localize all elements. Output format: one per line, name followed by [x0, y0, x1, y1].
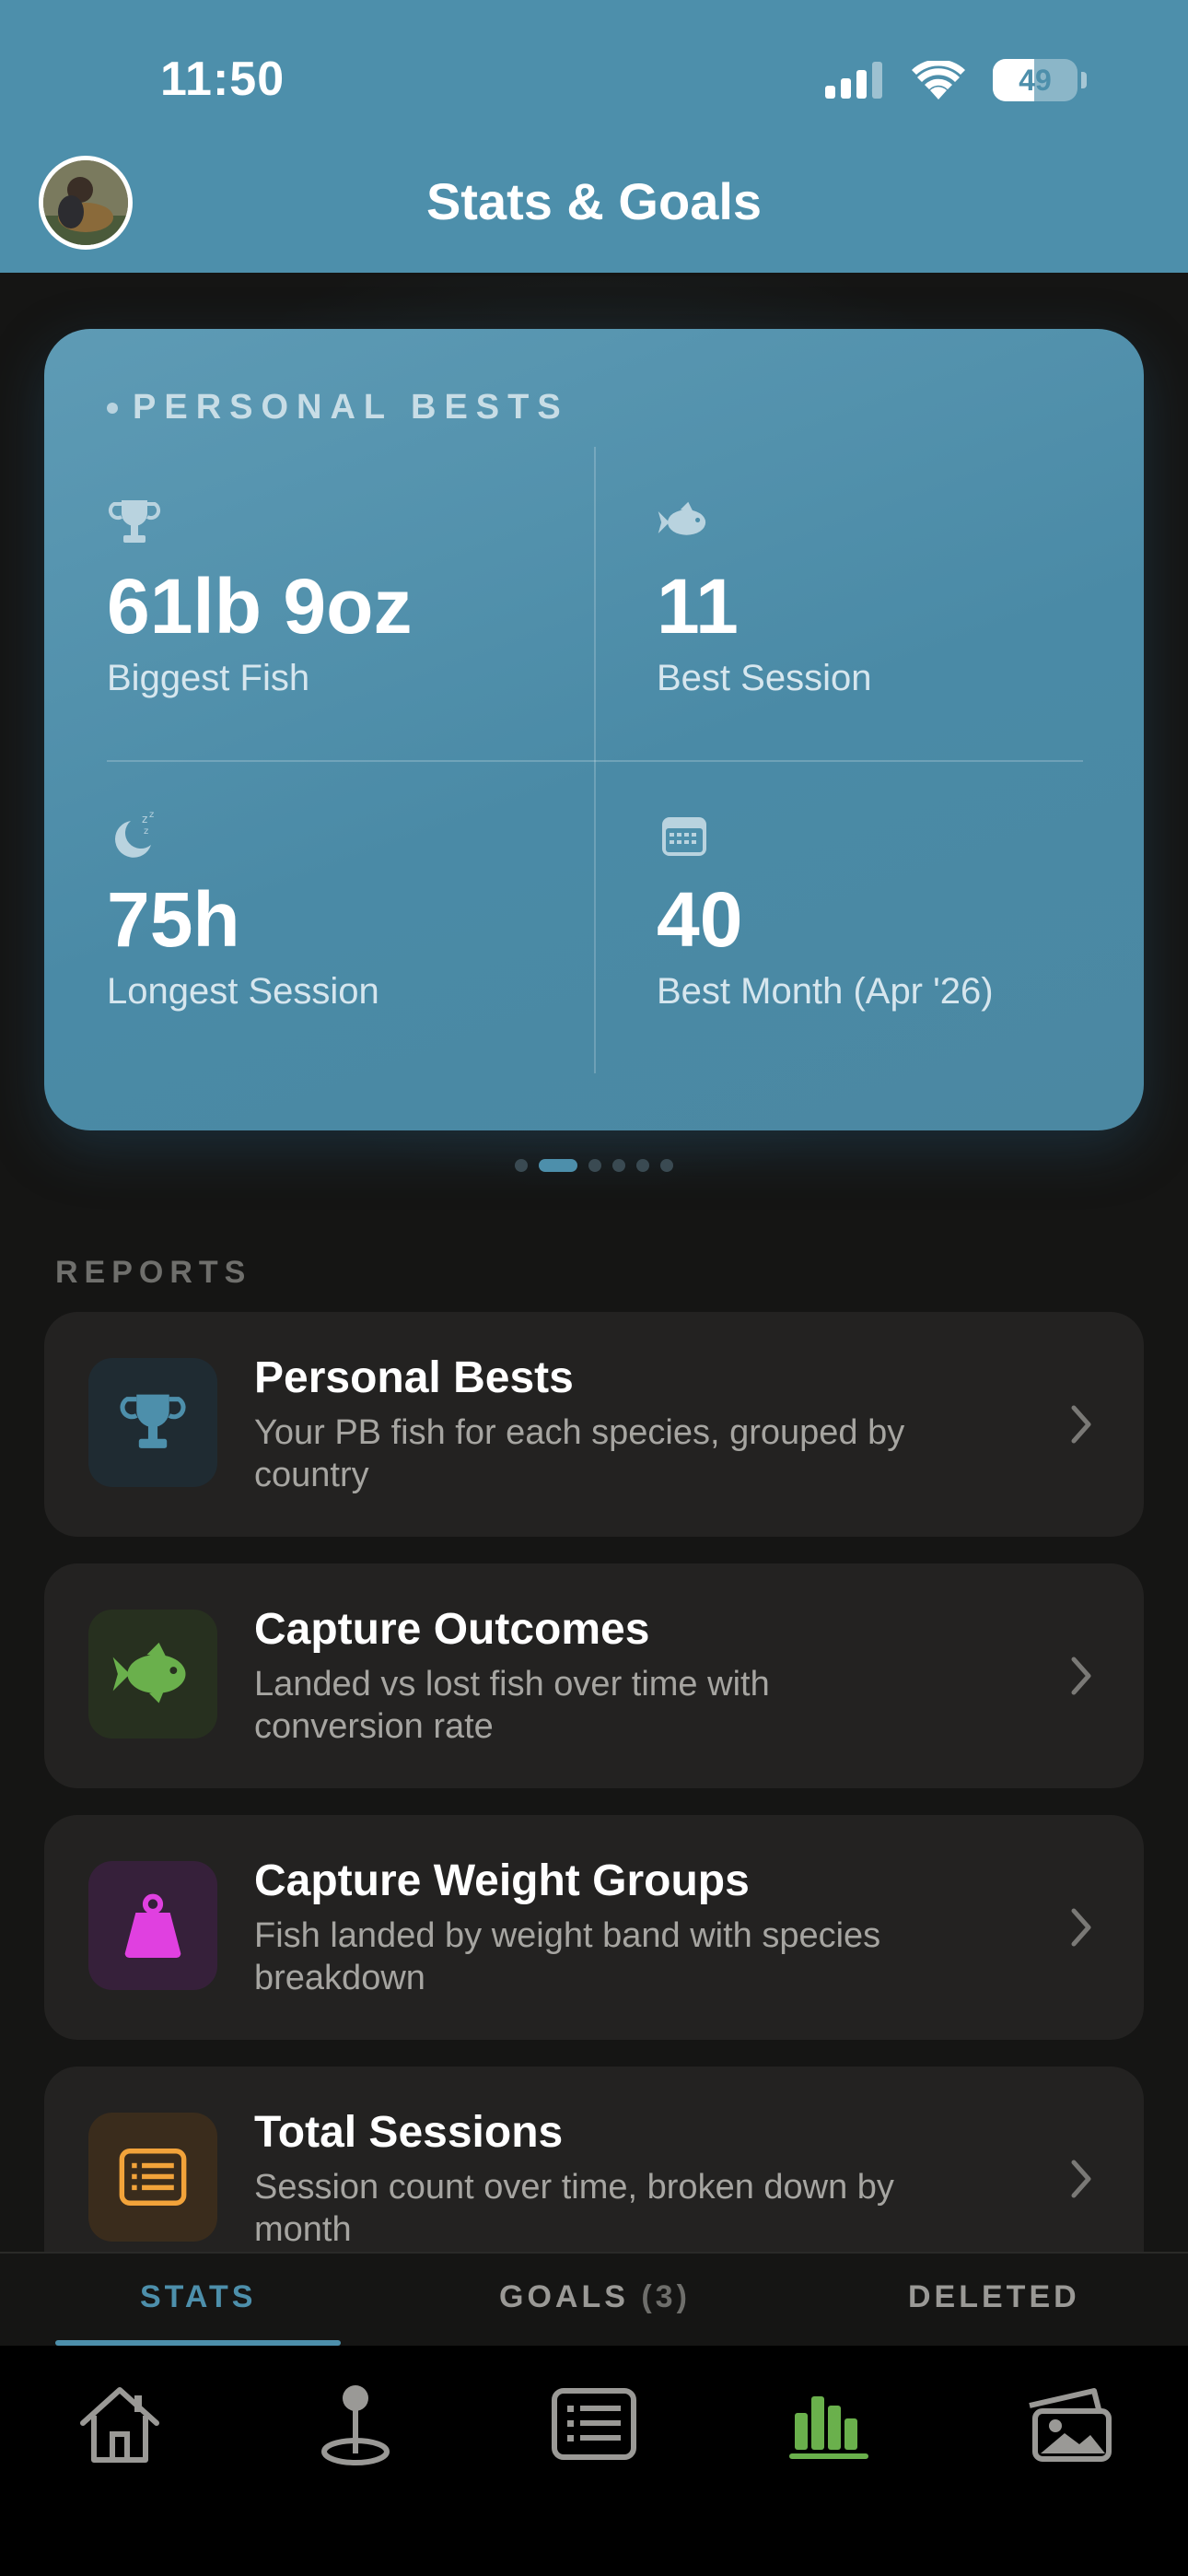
chevron-right-icon — [1071, 1405, 1091, 1444]
list-icon — [119, 2149, 187, 2206]
status-time: 11:50 — [160, 53, 285, 106]
nav-logbook[interactable] — [539, 2373, 649, 2475]
stat-label: Best Month (Apr '26) — [657, 971, 994, 1013]
report-description: Landed vs lost fish over time with conve… — [254, 1665, 770, 1746]
stat-label: Longest Session — [107, 971, 379, 1013]
stat-label: Best Session — [657, 658, 872, 699]
reports-heading: REPORTS — [55, 1255, 252, 1290]
bottom-nav — [0, 2346, 1188, 2576]
nav-map[interactable] — [300, 2373, 411, 2475]
tab-stats[interactable]: STATS — [140, 2279, 256, 2315]
report-capture-weight-groups[interactable]: Capture Weight Groups Fish landed by wei… — [44, 1815, 1144, 2040]
wifi-icon — [912, 61, 965, 100]
trophy-icon — [108, 500, 161, 543]
report-icon-tile — [88, 1861, 217, 1990]
bar-chart-icon — [789, 2396, 868, 2459]
carousel-dot[interactable] — [660, 1159, 673, 1172]
carousel-dot[interactable] — [515, 1159, 528, 1172]
stat-value: 61lb 9oz — [107, 563, 413, 650]
report-icon-tile — [88, 2113, 217, 2242]
weight-icon — [124, 1893, 181, 1958]
stat-value: 40 — [657, 876, 743, 963]
report-description: Your PB fish for each species, grouped b… — [254, 1413, 905, 1494]
fish-icon — [658, 501, 706, 535]
stat-best-month: 40 Best Month (Apr '26) — [657, 808, 1117, 1013]
stat-label: Biggest Fish — [107, 658, 310, 699]
svg-text:z: z — [142, 813, 147, 825]
svg-text:z: z — [149, 810, 154, 820]
svg-text:z: z — [144, 826, 148, 837]
report-title: Capture Outcomes — [254, 1605, 650, 1654]
report-description: Session count over time, broken down by … — [254, 2168, 894, 2249]
report-total-sessions[interactable]: Total Sessions Session count over time, … — [44, 2067, 1144, 2252]
report-capture-outcomes[interactable]: Capture Outcomes Landed vs lost fish ove… — [44, 1563, 1144, 1788]
status-icons: 49 — [825, 57, 1087, 103]
chevron-right-icon — [1071, 1657, 1091, 1695]
stat-biggest-fish: 61lb 9oz Biggest Fish — [107, 495, 567, 699]
nav-stats[interactable] — [775, 2373, 886, 2475]
report-icon-tile — [88, 1610, 217, 1739]
photos-icon — [1029, 2388, 1112, 2462]
nav-gallery[interactable] — [1013, 2373, 1124, 2475]
report-title: Total Sessions — [254, 2108, 564, 2157]
report-title: Personal Bests — [254, 1353, 574, 1402]
personal-bests-heading-text: PERSONAL BESTS — [133, 388, 569, 427]
stat-value: 11 — [657, 563, 739, 650]
heading-dot — [107, 402, 118, 414]
moon-sleep-icon: z z z — [114, 810, 154, 858]
carousel-page-indicator[interactable] — [0, 1159, 1188, 1172]
carousel-dot[interactable] — [612, 1159, 625, 1172]
page-title: Stats & Goals — [425, 172, 763, 230]
sub-tab-bar: STATS GOALS (3) DELETED — [0, 2252, 1188, 2346]
tab-goals-label: GOALS — [499, 2279, 629, 2314]
personal-bests-card[interactable]: PERSONAL BESTS 61lb 9oz Biggest Fish 11 … — [44, 329, 1144, 1130]
divider-horizontal — [107, 760, 1083, 762]
battery-icon: 49 — [993, 59, 1077, 101]
tab-deleted[interactable]: DELETED — [908, 2279, 1080, 2315]
battery-nub — [1081, 72, 1087, 88]
nav-home[interactable] — [64, 2373, 175, 2475]
carousel-dot[interactable] — [539, 1159, 577, 1172]
list-icon — [552, 2388, 636, 2460]
calendar-icon — [662, 817, 706, 856]
stat-value: 75h — [107, 876, 240, 963]
personal-bests-heading: PERSONAL BESTS — [107, 388, 569, 427]
fish-icon — [112, 1642, 186, 1704]
carousel-dot[interactable] — [636, 1159, 649, 1172]
home-icon — [80, 2387, 159, 2463]
report-description: Fish landed by weight band with species … — [254, 1916, 881, 1997]
carousel-dot[interactable] — [588, 1159, 601, 1172]
report-title: Capture Weight Groups — [254, 1856, 750, 1905]
location-pin-icon — [321, 2385, 390, 2465]
header: 11:50 49 Stats & Goals — [0, 0, 1188, 273]
tab-goals[interactable]: GOALS (3) — [499, 2279, 691, 2315]
trophy-icon — [120, 1394, 186, 1448]
tab-goals-count: (3) — [641, 2279, 691, 2314]
chevron-right-icon — [1071, 1908, 1091, 1947]
stat-longest-session: z z z 75h Longest Session — [107, 808, 567, 1013]
cellular-signal-icon — [825, 62, 882, 99]
chevron-right-icon — [1071, 2160, 1091, 2198]
battery-level: 49 — [1019, 63, 1052, 97]
stat-best-session: 11 Best Session — [657, 495, 1117, 699]
report-icon-tile — [88, 1358, 217, 1487]
report-personal-bests[interactable]: Personal Bests Your PB fish for each spe… — [44, 1312, 1144, 1537]
